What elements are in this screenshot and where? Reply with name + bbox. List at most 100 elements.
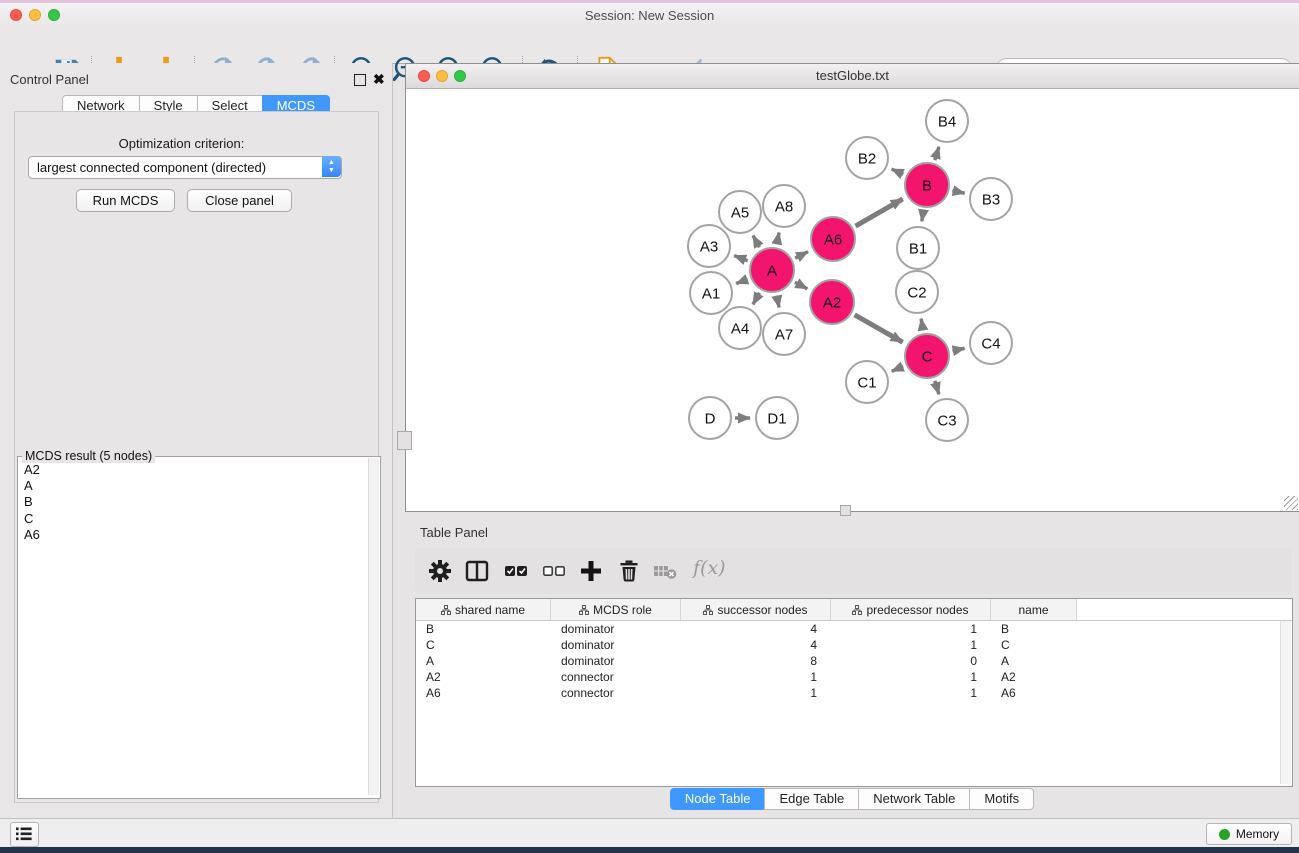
criterion-dropdown[interactable]: largest connected component (directed) ▲… [28,156,342,179]
table-cell[interactable]: 1 [831,638,991,652]
table-row[interactable]: A2connector11A2 [416,669,1292,685]
graph-edge-A-A7[interactable] [777,296,779,308]
graph-node-A7[interactable]: A7 [763,313,805,355]
gear-icon[interactable] [428,559,452,583]
tab-node-table[interactable]: Node Table [670,788,766,810]
table-cell[interactable]: A2 [991,670,1077,684]
graph-node-A4[interactable]: A4 [719,307,761,349]
graph-node-B[interactable]: B [905,163,949,207]
table-cell[interactable]: C [416,638,551,652]
graph-node-A1[interactable]: A1 [690,272,732,314]
graph-edge-B-B2[interactable] [892,169,904,174]
delete-table-icon[interactable] [653,559,677,583]
mcds-result-item[interactable]: A6 [20,527,366,543]
table-row[interactable]: Adominator80A [416,653,1292,669]
graph-edge-B-B4[interactable] [935,147,939,160]
graph-node-A[interactable]: A [750,248,794,292]
network-window-titlebar[interactable]: testGlobe.txt [406,64,1299,89]
table-cell[interactable]: 1 [831,686,991,700]
column-header-name[interactable]: name [991,599,1077,620]
graph-edge-A-A5[interactable] [753,236,759,248]
close-panel-button[interactable]: Close panel [187,189,292,212]
add-column-icon[interactable] [579,559,603,583]
table-cell[interactable]: 1 [681,670,831,684]
table-cell[interactable]: B [416,622,551,636]
graph-edge-A-A1[interactable] [736,279,747,283]
graph-edge-A-A8[interactable] [777,233,779,245]
table-cell[interactable]: A [991,654,1077,668]
select-all-icon[interactable] [504,559,528,583]
graph-node-C2[interactable]: C2 [896,271,938,313]
table-cell[interactable]: C [991,638,1077,652]
table-cell[interactable]: 1 [681,686,831,700]
graph-edge-A-A4[interactable] [753,293,759,305]
mcds-result-item[interactable]: C [20,511,366,527]
close-panel-icon[interactable]: ✖ [373,74,385,84]
panel-drag-handle[interactable] [397,431,412,450]
graph-node-B1[interactable]: B1 [897,227,939,269]
float-panel-icon[interactable] [354,74,366,86]
table-cell[interactable]: 8 [681,654,831,668]
tab-network-table[interactable]: Network Table [858,788,970,810]
table-cell[interactable]: dominator [551,638,681,652]
graph-node-A3[interactable]: A3 [688,225,730,267]
mcds-result-scrollbar[interactable] [368,458,379,795]
window-resize-grip[interactable] [1284,496,1298,510]
graph-edge-A2-C[interactable] [855,315,903,342]
graph-node-C1[interactable]: C1 [846,361,888,403]
graph-node-A5[interactable]: A5 [719,191,761,233]
table-cell[interactable]: B [991,622,1077,636]
graph-edge-B-B1[interactable] [922,211,924,222]
graph-node-D1[interactable]: D1 [756,397,798,439]
network-graph[interactable]: AA1A2A3A4A5A6A7A8BB1B2B3B4CC1C2C3C4DD1 [406,89,1297,509]
table-cell[interactable]: A [416,654,551,668]
table-cell[interactable]: 4 [681,622,831,636]
table-cell[interactable]: connector [551,670,681,684]
tab-motifs[interactable]: Motifs [969,788,1034,810]
column-header-shared-name[interactable]: shared name [416,599,551,620]
graph-node-B2[interactable]: B2 [846,137,888,179]
graph-node-C[interactable]: C [905,334,949,378]
graph-node-C3[interactable]: C3 [926,399,968,441]
column-header-predecessor-nodes[interactable]: predecessor nodes [831,599,991,620]
deselect-all-icon[interactable] [542,559,566,583]
mcds-result-item[interactable]: B [20,494,366,510]
graph-node-A2[interactable]: A2 [810,280,854,324]
table-row[interactable]: A6connector11A6 [416,685,1292,701]
table-row[interactable]: Cdominator41C [416,637,1292,653]
graph-edge-A-A2[interactable] [795,282,807,289]
table-cell[interactable]: dominator [551,654,681,668]
table-cell[interactable]: A6 [416,686,551,700]
memory-button[interactable]: Memory [1206,823,1292,845]
column-header-successor-nodes[interactable]: successor nodes [681,599,831,620]
graph-node-D[interactable]: D [689,397,731,439]
graph-edge-C-C4[interactable] [952,348,964,350]
graph-edge-A6-B[interactable] [856,199,903,226]
graph-edge-C-C2[interactable] [921,319,923,331]
graph-node-B4[interactable]: B4 [926,100,968,142]
delete-icon[interactable] [617,559,641,583]
network-canvas[interactable]: AA1A2A3A4A5A6A7A8BB1B2B3B4CC1C2C3C4DD1 [406,89,1297,509]
graph-edge-B-B3[interactable] [952,191,964,194]
mcds-result-item[interactable]: A [20,478,366,494]
graph-edge-A-A3[interactable] [734,256,747,261]
table-cell[interactable]: connector [551,686,681,700]
task-history-button[interactable] [10,822,39,847]
split-columns-icon[interactable] [465,559,489,583]
table-cell[interactable]: dominator [551,622,681,636]
table-cell[interactable]: 4 [681,638,831,652]
mcds-result-item[interactable]: A2 [20,462,366,478]
graph-edge-C-C1[interactable] [892,366,903,371]
graph-node-B3[interactable]: B3 [970,178,1012,220]
tab-edge-table[interactable]: Edge Table [764,788,859,810]
graph-node-C4[interactable]: C4 [970,322,1012,364]
graph-node-A8[interactable]: A8 [763,185,805,227]
table-cell[interactable]: 0 [831,654,991,668]
table-cell[interactable]: 1 [831,622,991,636]
graph-edge-C-C3[interactable] [935,381,939,394]
run-mcds-button[interactable]: Run MCDS [76,189,175,212]
table-cell[interactable]: A2 [416,670,551,684]
table-scrollbar[interactable] [1280,621,1291,784]
graph-edge-A-A6[interactable] [795,252,808,259]
table-row[interactable]: Bdominator41B [416,621,1292,637]
